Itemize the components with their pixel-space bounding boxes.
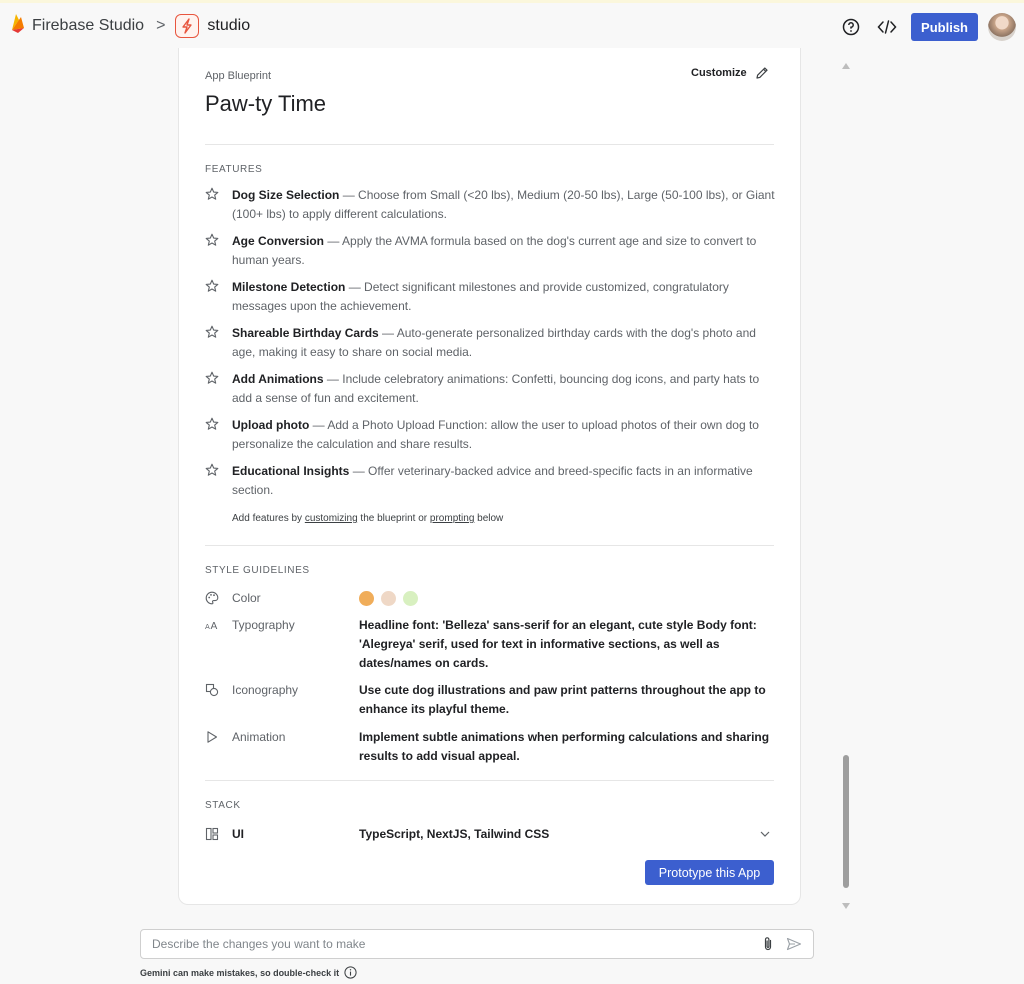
features-list: Dog Size Selection — Choose from Small (… — [205, 186, 780, 508]
feature-item: Add Animations — Include celebratory ani… — [205, 370, 780, 408]
scrollbar-thumb[interactable] — [843, 755, 849, 888]
top-actions: Publish — [833, 9, 1016, 45]
feature-item: Age Conversion — Apply the AVMA formula … — [205, 232, 780, 270]
scroll-down-arrow-icon[interactable] — [842, 903, 850, 909]
feature-name: Shareable Birthday Cards — [232, 326, 379, 340]
star-icon — [205, 186, 232, 224]
star-icon — [205, 416, 232, 454]
play-icon — [205, 728, 232, 766]
star-icon — [205, 278, 232, 316]
style-row-color: Color — [205, 589, 779, 610]
customize-button[interactable]: Customize — [691, 66, 769, 80]
attach-icon[interactable] — [755, 936, 781, 952]
prompt-bar — [140, 929, 814, 959]
color-swatches — [359, 589, 779, 610]
style-name: Animation — [232, 730, 286, 744]
send-icon[interactable] — [781, 937, 807, 951]
publish-button[interactable]: Publish — [911, 13, 978, 41]
features-heading: FEATURES — [205, 164, 263, 175]
scroll-up-arrow-icon[interactable] — [842, 63, 850, 69]
feature-item: Milestone Detection — Detect significant… — [205, 278, 780, 316]
hint-text: the blueprint or — [357, 513, 430, 524]
palette-icon — [205, 589, 232, 610]
help-icon[interactable] — [833, 9, 869, 45]
stack-heading: STACK — [205, 800, 241, 811]
feature-name: Add Animations — [232, 372, 324, 386]
firebase-logo-icon — [10, 12, 26, 39]
style-name: Typography — [232, 618, 295, 632]
star-icon — [205, 462, 232, 500]
svg-text:A: A — [211, 621, 218, 631]
add-features-hint: Add features by customizing the blueprin… — [232, 513, 503, 524]
star-icon — [205, 232, 232, 270]
color-swatch — [381, 591, 396, 607]
divider — [205, 144, 774, 145]
pencil-icon — [756, 67, 768, 79]
brand[interactable]: Firebase Studio — [10, 12, 144, 39]
top-bar: Firebase Studio > studio Publish — [0, 0, 1024, 48]
feature-name: Age Conversion — [232, 234, 325, 248]
style-row-iconography: Iconography Use cute dog illustrations a… — [205, 681, 779, 719]
divider — [205, 545, 774, 546]
feature-description: — Add a Photo Upload Function: allow the… — [232, 418, 759, 451]
style-value: Use cute dog illustrations and paw print… — [359, 683, 766, 716]
prototype-app-button[interactable]: Prototype this App — [645, 860, 774, 885]
style-name: Iconography — [232, 683, 299, 697]
feature-name: Upload photo — [232, 418, 310, 432]
divider — [205, 780, 774, 781]
code-icon[interactable] — [869, 9, 905, 45]
feature-item: Dog Size Selection — Choose from Small (… — [205, 186, 780, 224]
feature-name: Milestone Detection — [232, 280, 346, 294]
prompting-link[interactable]: prompting — [430, 513, 474, 524]
prompt-input[interactable] — [152, 937, 755, 951]
stack-row-ui[interactable]: UI TypeScript, NextJS, Tailwind CSS — [205, 825, 771, 846]
svg-text:A: A — [205, 623, 210, 631]
feature-name: Dog Size Selection — [232, 188, 340, 202]
brand-name: Firebase Studio — [32, 16, 145, 34]
style-row-animation: Animation Implement subtle animations wh… — [205, 728, 779, 766]
disclaimer-text: Gemini can make mistakes, so double-chec… — [140, 967, 340, 978]
feature-item: Upload photo — Add a Photo Upload Functi… — [205, 416, 780, 454]
typography-icon: AA — [205, 616, 232, 673]
feature-item: Shareable Birthday Cards — Auto-generate… — [205, 324, 780, 362]
style-name: Color — [232, 591, 261, 605]
shapes-icon — [205, 681, 232, 719]
style-value: Headline font: 'Belleza' sans-serif for … — [359, 618, 757, 670]
customizing-link[interactable]: customizing — [305, 513, 358, 524]
stack-value: TypeScript, NextJS, Tailwind CSS — [359, 827, 550, 841]
style-row-typography: AA Typography Headline font: 'Belleza' s… — [205, 616, 779, 673]
feature-name: Educational Insights — [232, 464, 350, 478]
blueprint-label: App Blueprint — [205, 70, 272, 82]
info-icon[interactable] — [344, 966, 357, 979]
layout-icon — [205, 825, 232, 846]
hint-text: Add features by — [232, 513, 305, 524]
customize-label: Customize — [691, 67, 747, 79]
project-logo-icon — [175, 13, 200, 38]
project-name[interactable]: studio — [207, 17, 250, 35]
blueprint-card: App Blueprint Customize Paw-ty Time FEAT… — [178, 48, 801, 905]
feature-item: Educational Insights — Offer veterinary-… — [205, 462, 780, 500]
app-title: Paw-ty Time — [205, 91, 327, 116]
user-avatar[interactable] — [988, 13, 1016, 41]
disclaimer: Gemini can make mistakes, so double-chec… — [140, 966, 357, 979]
breadcrumb-separator: > — [156, 16, 166, 34]
stack-name: UI — [232, 827, 244, 841]
star-icon — [205, 370, 232, 408]
style-value: Implement subtle animations when perform… — [359, 730, 770, 763]
hint-text: below — [474, 513, 504, 524]
chevron-down-icon[interactable] — [759, 825, 771, 846]
color-swatch — [359, 591, 374, 607]
style-guidelines-heading: STYLE GUIDELINES — [205, 565, 310, 576]
star-icon — [205, 324, 232, 362]
color-swatch — [403, 591, 418, 607]
